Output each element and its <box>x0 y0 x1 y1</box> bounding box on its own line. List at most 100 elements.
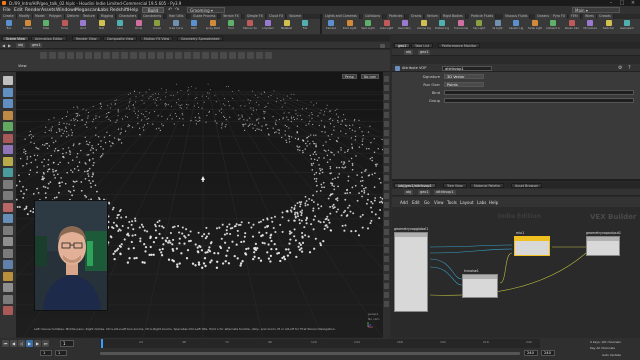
tool-gamepad-camera[interactable]: Gamepad Camera <box>620 20 634 33</box>
back-arrow-icon[interactable]: ◀ <box>2 43 5 48</box>
tool-l-system[interactable]: L-System <box>261 20 275 33</box>
menu-file[interactable]: File <box>3 8 11 13</box>
pane-splitter[interactable] <box>392 179 640 181</box>
redo-icon[interactable]: ↷ <box>175 7 180 13</box>
left-tool-icon[interactable] <box>3 179 13 189</box>
output-node[interactable] <box>586 236 620 256</box>
tool-platonic-solids[interactable]: Platonic Solids <box>243 20 257 33</box>
bind-field[interactable] <box>444 90 634 95</box>
param-crumb-obj[interactable]: obj <box>404 50 414 55</box>
left-tool-icon[interactable] <box>3 283 13 292</box>
viewport-tool-icon[interactable] <box>112 52 119 59</box>
display-option-icon[interactable] <box>384 247 389 253</box>
range-start-field[interactable]: 1 <box>40 350 52 356</box>
camera-button[interactable]: No cam <box>361 74 380 79</box>
tool-curve[interactable]: Curve <box>150 20 164 33</box>
viewport-tool-icon[interactable] <box>229 52 236 59</box>
tool-point-light[interactable]: Point Light <box>343 20 357 33</box>
tool-spray-paint[interactable]: Spray Paint <box>206 20 220 33</box>
tool-grid[interactable]: Grid <box>76 20 90 33</box>
display-option-icon[interactable] <box>384 148 389 154</box>
path-crumb-obj[interactable]: obj <box>16 43 26 48</box>
net-menu-tools[interactable]: Tools <box>447 200 457 205</box>
pane-tab-animation-editor[interactable]: Animation Editor <box>31 35 67 41</box>
undo-icon[interactable]: ↶ <box>168 7 173 13</box>
mix-node[interactable] <box>514 236 550 256</box>
key-all-channels-button[interactable]: Key All Channels <box>590 346 615 350</box>
globals-node[interactable] <box>394 232 428 312</box>
pane-tab-motion-fx-view[interactable]: Motion FX View <box>140 35 174 41</box>
display-option-icon[interactable] <box>384 121 389 127</box>
display-option-icon[interactable] <box>384 301 389 307</box>
step-forward-icon[interactable]: ▶ <box>34 340 41 347</box>
tool-torus[interactable]: Torus <box>58 20 72 33</box>
viewport-tool-icon[interactable] <box>247 52 254 59</box>
param-crumb-geo1[interactable]: geo1 <box>418 50 431 55</box>
step-back-icon[interactable]: ◀ <box>10 340 17 347</box>
viewport-tool-icon[interactable] <box>184 52 191 59</box>
gear-icon[interactable]: ⚙ <box>618 65 622 71</box>
tool-distant-light[interactable]: Distant Light <box>435 20 449 33</box>
display-option-icon[interactable] <box>384 202 389 208</box>
net-crumb-obj[interactable]: obj <box>404 190 414 195</box>
viewport-tool-icon[interactable] <box>148 52 155 59</box>
display-option-icon[interactable] <box>384 112 389 118</box>
signature-select[interactable]: 3D Vector <box>444 74 484 79</box>
net-menu-layout[interactable]: Layout <box>460 200 474 205</box>
viewport-tool-icon[interactable] <box>193 52 200 59</box>
left-tool-icon[interactable] <box>3 225 13 235</box>
tool-file[interactable]: File <box>298 20 312 33</box>
tool-spot-light[interactable]: Spot Light <box>361 20 375 33</box>
pane-tab-performance-monitor[interactable]: Performance Monitor <box>438 42 481 48</box>
left-tool-icon[interactable] <box>3 294 13 304</box>
net-menu-labs[interactable]: Labs <box>477 200 486 205</box>
menu-labs[interactable]: Labs <box>98 8 108 13</box>
display-option-icon[interactable] <box>384 193 389 199</box>
tool-volume-light[interactable]: Volume Light <box>417 20 431 33</box>
display-option-icon[interactable] <box>384 184 389 190</box>
display-option-icon[interactable] <box>384 229 389 235</box>
frame-field[interactable]: 1 <box>60 340 74 347</box>
left-tool-icon[interactable] <box>3 248 13 258</box>
end-field[interactable]: 240 <box>524 350 538 356</box>
pane-tab-asset-browser[interactable]: Asset Browser <box>511 182 543 188</box>
net-menu-go[interactable]: Go <box>424 200 430 205</box>
viewport-tool-icon[interactable] <box>121 52 128 59</box>
display-option-icon[interactable] <box>384 274 389 280</box>
play-reverse-icon[interactable]: ◁ <box>18 340 25 347</box>
viewport-tool-icon[interactable] <box>58 52 65 59</box>
display-option-icon[interactable] <box>384 211 389 217</box>
tool-sky-light[interactable]: Sky Light <box>472 20 486 33</box>
tool-box[interactable]: Box <box>2 20 16 33</box>
desktop-select[interactable]: Grooming ▾ <box>187 7 225 13</box>
help-icon[interactable]: ? <box>628 65 631 71</box>
menu-redshift[interactable]: Redshift <box>110 8 128 13</box>
path-crumb-geo1[interactable]: geo1 <box>30 43 43 48</box>
left-tool-icon[interactable] <box>3 271 13 281</box>
left-tool-icon[interactable] <box>3 145 13 154</box>
tool-area-light[interactable]: Area Light <box>380 20 394 33</box>
viewport-tool-icon[interactable] <box>220 52 227 59</box>
tool-switcher[interactable]: Switcher <box>602 20 616 33</box>
display-option-icon[interactable] <box>384 157 389 163</box>
node-name-field[interactable]: attribvop1 <box>442 65 492 71</box>
tool-caustic-light[interactable]: Caustic Light <box>509 20 523 33</box>
tool-camera[interactable]: Camera <box>324 20 338 33</box>
run-over-select[interactable]: Points <box>444 82 484 87</box>
viewport-tool-icon[interactable] <box>202 52 209 59</box>
left-tool-icon[interactable] <box>3 260 13 269</box>
tool-tube[interactable]: Tube <box>39 20 53 33</box>
timeline-track[interactable]: 24 48 72 96 120 144 168 192 216 240 <box>100 339 540 348</box>
left-tool-icon[interactable] <box>3 122 13 131</box>
viewport-tool-icon[interactable] <box>166 52 173 59</box>
viewport-tool-icon[interactable] <box>67 52 74 59</box>
range-slider[interactable] <box>100 352 520 355</box>
left-tool-icon[interactable] <box>3 133 13 143</box>
left-tool-icon[interactable] <box>3 237 13 246</box>
pane-tab-render-view[interactable]: Render View <box>72 35 101 41</box>
tool-portal-light[interactable]: Portal Light <box>528 20 542 33</box>
net-menu-edit[interactable]: Edit <box>412 200 420 205</box>
display-option-icon[interactable] <box>384 85 389 91</box>
menu-assets[interactable]: Assets <box>41 8 56 13</box>
tool-null[interactable]: Null <box>95 20 109 33</box>
